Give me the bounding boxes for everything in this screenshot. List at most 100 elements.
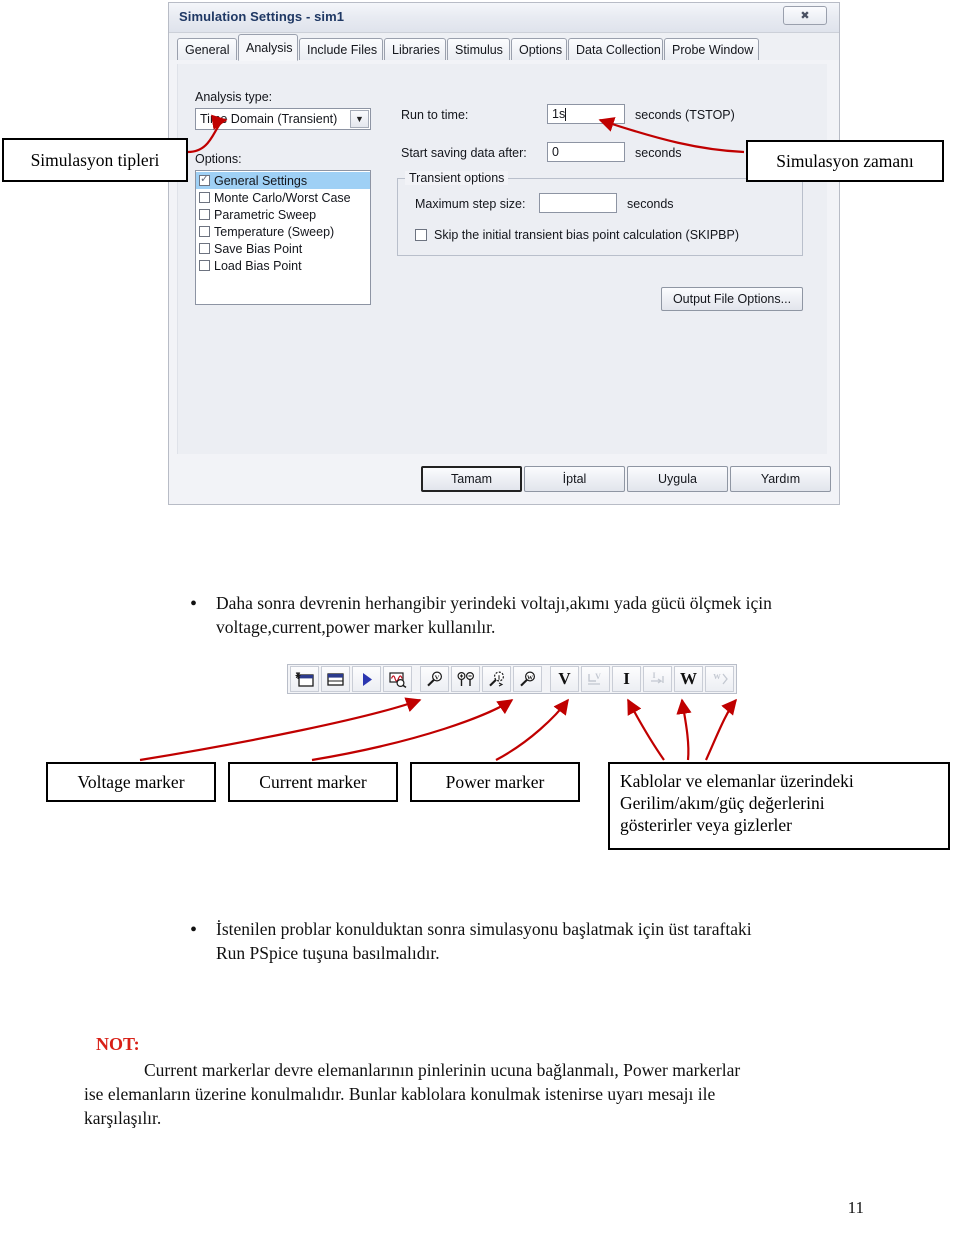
ok-button[interactable]: Tamam <box>421 466 522 492</box>
enable-power-display-icon[interactable]: W <box>674 666 703 692</box>
apply-button[interactable]: Uygula <box>627 466 728 492</box>
run-to-time-input[interactable]: 1s <box>547 104 625 124</box>
option-temperature-sweep[interactable]: Temperature (Sweep) <box>196 223 370 240</box>
option-label: Monte Carlo/Worst Case <box>214 190 351 205</box>
note-label: NOT: <box>96 1034 140 1054</box>
power-marker-icon[interactable]: W <box>513 666 542 692</box>
tab-stimulus[interactable]: Stimulus <box>447 38 510 61</box>
option-general-settings[interactable]: General Settings <box>196 172 370 189</box>
transient-options-title: Transient options <box>405 171 509 185</box>
checkbox-icon[interactable] <box>415 229 427 241</box>
checkbox-icon[interactable] <box>199 226 210 237</box>
arrow-voltage-display <box>627 698 665 761</box>
svg-text:V: V <box>434 674 439 681</box>
enable-current-display-icon[interactable]: I <box>612 666 641 692</box>
callout-voltage-marker: Voltage marker <box>46 762 216 802</box>
max-step-size-label: Maximum step size: <box>415 197 526 211</box>
close-icon[interactable]: ✖ <box>783 6 827 25</box>
enable-voltage-display-icon[interactable]: V <box>550 666 579 692</box>
note-line-2: ise elemanların üzerine konulmalıdır. Bu… <box>84 1084 716 1105</box>
bullet-item-2: • İstenilen problar konulduktan sonra si… <box>190 918 876 965</box>
new-simulation-profile-icon[interactable] <box>290 666 319 692</box>
current-marker-icon[interactable]: I <box>482 666 511 692</box>
disable-current-display-icon[interactable]: I <box>643 666 672 692</box>
tab-options[interactable]: Options <box>511 38 567 61</box>
view-simulation-results-icon[interactable] <box>383 666 412 692</box>
output-file-options-button[interactable]: Output File Options... <box>661 287 803 311</box>
dialog-title: Simulation Settings - sim1 <box>179 9 345 24</box>
bullet-dot-icon: • <box>190 919 198 941</box>
tab-analysis[interactable]: Analysis <box>238 34 298 61</box>
chevron-down-icon[interactable]: ▼ <box>350 110 369 128</box>
option-load-bias-point[interactable]: Load Bias Point <box>196 257 370 274</box>
tab-include-files[interactable]: Include Files <box>299 38 383 61</box>
analysis-panel: Analysis type: Time Domain (Transient) ▼… <box>169 60 839 504</box>
analysis-type-select[interactable]: Time Domain (Transient) ▼ <box>195 108 371 130</box>
dialog-tabstrip: General Analysis Include Files Libraries… <box>169 33 839 61</box>
disable-voltage-display-icon[interactable]: V <box>581 666 610 692</box>
bullet-item-1: • Daha sonra devrenin herhangibir yerind… <box>190 592 876 639</box>
tab-data-collection[interactable]: Data Collection <box>568 38 663 61</box>
text-caret <box>565 107 567 121</box>
checkbox-icon[interactable] <box>199 260 210 271</box>
max-step-size-units: seconds <box>627 197 674 211</box>
skipbp-label: Skip the initial transient bias point ca… <box>434 228 740 242</box>
option-label: General Settings <box>214 173 308 188</box>
svg-text:I: I <box>652 671 655 680</box>
arrow-power-display <box>704 698 737 761</box>
bullet-2-line-1: İstenilen problar konulduktan sonra simu… <box>216 919 752 939</box>
svg-text:V: V <box>595 672 601 681</box>
option-label: Save Bias Point <box>214 241 303 256</box>
option-save-bias-point[interactable]: Save Bias Point <box>196 240 370 257</box>
callout-desc-line-1: Kablolar ve elemanlar üzerindeki <box>620 771 854 791</box>
cancel-button[interactable]: İptal <box>524 466 625 492</box>
arrow-current-display <box>676 698 692 761</box>
callout-power-marker: Power marker <box>410 762 580 802</box>
pspice-marker-toolbar[interactable]: V I W V V I I W W <box>287 664 737 694</box>
checkbox-icon[interactable] <box>199 172 210 186</box>
checkbox-icon[interactable] <box>199 243 210 254</box>
tab-general[interactable]: General <box>177 38 237 61</box>
bullet-dot-icon: • <box>190 593 198 615</box>
transient-options-group <box>397 178 803 256</box>
simulation-settings-dialog: Simulation Settings - sim1 ✖ General Ana… <box>168 2 840 505</box>
option-monte-carlo-worst-case[interactable]: Monte Carlo/Worst Case <box>196 189 370 206</box>
start-saving-input[interactable]: 0 <box>547 142 625 162</box>
checkbox-icon[interactable] <box>199 192 210 203</box>
arrow-power-marker <box>495 698 569 761</box>
note-line-3: karşılaşılır. <box>84 1108 162 1129</box>
analysis-options-list[interactable]: General Settings Monte Carlo/Worst Case … <box>195 170 371 305</box>
option-label: Load Bias Point <box>214 258 302 273</box>
dialog-button-row: Tamam İptal Uygula Yardım <box>169 466 839 492</box>
run-to-time-value: 1s <box>552 107 566 121</box>
tab-libraries[interactable]: Libraries <box>384 38 446 61</box>
page-number: 11 <box>847 1198 864 1217</box>
max-step-size-input[interactable] <box>539 193 617 213</box>
disable-power-display-icon[interactable]: W <box>705 666 734 692</box>
analysis-type-value: Time Domain (Transient) <box>200 112 338 126</box>
edit-simulation-profile-icon[interactable] <box>321 666 350 692</box>
callout-marker-description: Kablolar ve elemanlar üzerindeki Gerilim… <box>608 762 950 850</box>
dialog-titlebar: Simulation Settings - sim1 ✖ <box>169 3 839 33</box>
note-line-1: Current markerlar devre elemanlarının pi… <box>144 1060 741 1080</box>
skipbp-row[interactable]: Skip the initial transient bias point ca… <box>415 228 739 242</box>
voltage-level-marker-icon[interactable]: V <box>420 666 449 692</box>
analysis-type-label: Analysis type: <box>195 90 273 104</box>
run-pspice-icon[interactable] <box>352 666 381 692</box>
voltage-differential-marker-icon[interactable] <box>451 666 480 692</box>
note-body: Current markerlar devre elemanlarının pi… <box>84 1058 874 1130</box>
page-root: Simulation Settings - sim1 ✖ General Ana… <box>0 0 960 1246</box>
help-button[interactable]: Yardım <box>730 466 831 492</box>
arrow-current-marker <box>311 699 514 762</box>
options-label: Options: <box>195 152 242 166</box>
option-parametric-sweep[interactable]: Parametric Sweep <box>196 206 370 223</box>
svg-text:W: W <box>713 672 721 681</box>
tab-probe-window[interactable]: Probe Window <box>664 38 759 61</box>
arrow-voltage-marker <box>139 697 422 762</box>
bullet-1-line-2: voltage,current,power marker kullanılır. <box>216 616 496 637</box>
callout-current-marker: Current marker <box>228 762 398 802</box>
checkbox-icon[interactable] <box>199 209 210 220</box>
callout-simulation-time: Simulasyon zamanı <box>746 140 944 182</box>
start-saving-units: seconds <box>635 146 682 160</box>
run-to-time-label: Run to time: <box>401 108 469 122</box>
